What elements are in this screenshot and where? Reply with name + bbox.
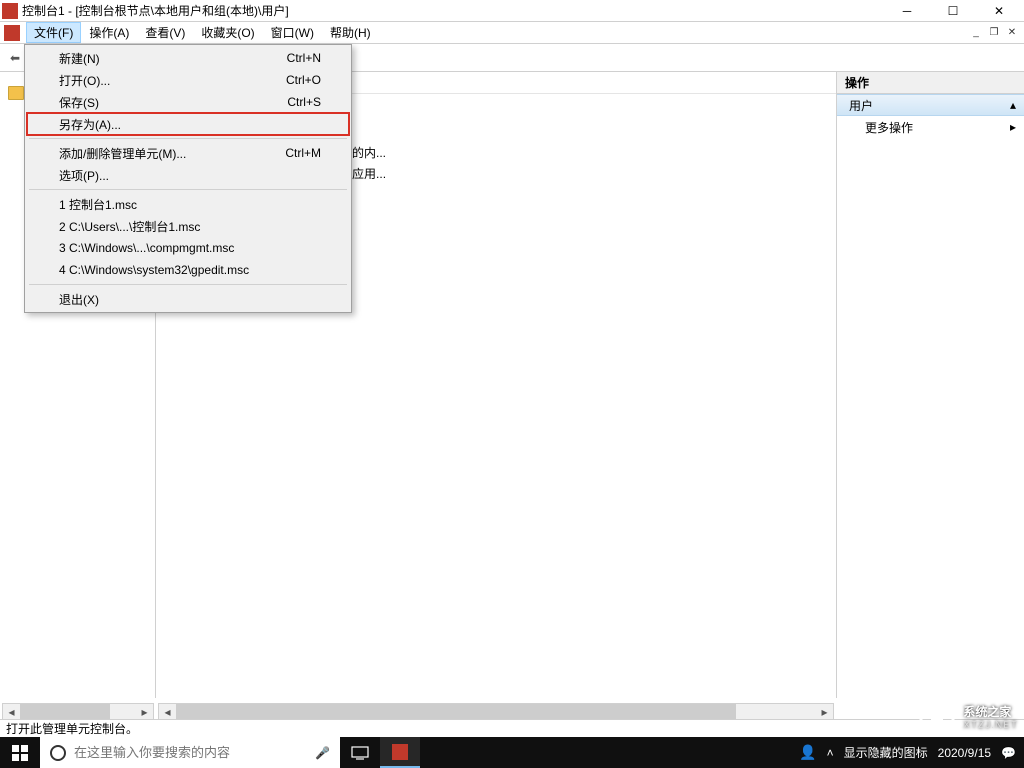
menu-item-save[interactable]: 保存(S) Ctrl+S: [27, 91, 349, 113]
menu-window[interactable]: 窗口(W): [263, 22, 322, 43]
people-icon[interactable]: 👤: [799, 744, 816, 761]
menu-separator: [29, 284, 347, 285]
status-bar: 打开此管理单元控制台。: [0, 719, 1024, 737]
start-button[interactable]: [0, 737, 40, 768]
shortcut-label: Ctrl+N: [287, 51, 321, 65]
window-title: 控制台1 - [控制台根节点\本地用户和组(本地)\用户]: [22, 2, 884, 19]
shortcut-label: Ctrl+O: [286, 73, 321, 87]
minimize-button[interactable]: ─: [884, 0, 930, 22]
actions-more[interactable]: 更多操作 ▸: [837, 116, 1024, 138]
actions-header: 操作: [837, 72, 1024, 94]
status-text: 打开此管理单元控制台。: [6, 720, 138, 737]
taskbar: 🎤 👤 ˄ 显示隐藏的图标 2020/9/15 💬: [0, 737, 1024, 768]
search-input[interactable]: [74, 745, 307, 760]
actions-pane: 操作 用户 ▴ 更多操作 ▸: [836, 72, 1024, 698]
tray-chevron-icon[interactable]: ˄: [827, 746, 834, 760]
menu-item-recent-4[interactable]: 4 C:\Windows\system32\gpedit.msc: [27, 259, 349, 281]
shortcut-label: Ctrl+M: [285, 146, 321, 160]
menu-bar: 文件(F) 操作(A) 查看(V) 收藏夹(O) 窗口(W) 帮助(H) _ ❐…: [0, 22, 1024, 44]
scroll-thumb[interactable]: [176, 704, 736, 719]
back-button[interactable]: ⬅: [6, 49, 24, 67]
chevron-right-icon: ▸: [1010, 120, 1016, 134]
actions-group-users[interactable]: 用户 ▴: [837, 94, 1024, 116]
tray-text[interactable]: 显示隐藏的图标: [844, 744, 928, 761]
file-menu-dropdown: 新建(N) Ctrl+N 打开(O)... Ctrl+O 保存(S) Ctrl+…: [24, 44, 352, 313]
menu-item-exit[interactable]: 退出(X): [27, 288, 349, 310]
menu-item-label: 退出(X): [59, 291, 99, 308]
collapse-icon: ▴: [1010, 98, 1016, 112]
menu-item-new[interactable]: 新建(N) Ctrl+N: [27, 47, 349, 69]
maximize-button[interactable]: ☐: [930, 0, 976, 22]
scroll-thumb[interactable]: [20, 704, 110, 719]
close-button[interactable]: ✕: [976, 0, 1022, 22]
menu-item-save-as[interactable]: 另存为(A)...: [27, 113, 349, 135]
mmc-icon: [392, 744, 408, 760]
menu-item-open[interactable]: 打开(O)... Ctrl+O: [27, 69, 349, 91]
menu-file[interactable]: 文件(F): [26, 22, 81, 43]
scroll-right-button[interactable]: ▸: [816, 704, 833, 719]
mmc-icon: [4, 25, 20, 41]
menu-item-label: 另存为(A)...: [59, 116, 121, 133]
menu-item-label: 新建(N): [59, 50, 100, 67]
shortcut-label: Ctrl+S: [287, 95, 321, 109]
tree-node-users[interactable]: [8, 86, 24, 100]
menu-item-label: 2 C:\Users\...\控制台1.msc: [59, 218, 200, 235]
menu-item-label: 4 C:\Windows\system32\gpedit.msc: [59, 263, 249, 277]
menu-item-label: 选项(P)...: [59, 167, 109, 184]
menu-item-label: 打开(O)...: [59, 72, 110, 89]
app-icon: [2, 3, 18, 19]
task-view-button[interactable]: [340, 737, 380, 768]
horizontal-scrollbar[interactable]: ◂ ▸: [158, 703, 834, 720]
menu-item-label: 添加/删除管理单元(M)...: [59, 145, 186, 162]
mdi-close-icon[interactable]: ✕: [1004, 26, 1020, 40]
tray-date[interactable]: 2020/9/15: [938, 746, 991, 760]
system-tray: 👤 ˄ 显示隐藏的图标 2020/9/15 💬: [791, 744, 1024, 761]
menu-separator: [29, 138, 347, 139]
menu-separator: [29, 189, 347, 190]
watermark-text: 系统之家: [963, 705, 1011, 719]
mdi-minimize-icon[interactable]: _: [968, 26, 984, 40]
task-view-icon: [351, 746, 369, 760]
mic-icon[interactable]: 🎤: [315, 746, 330, 760]
taskbar-app-mmc[interactable]: [380, 737, 420, 768]
windows-icon: [12, 745, 28, 761]
menu-item-label: 1 控制台1.msc: [59, 196, 137, 213]
scroll-left-button[interactable]: ◂: [3, 704, 20, 719]
menu-item-recent-2[interactable]: 2 C:\Users\...\控制台1.msc: [27, 215, 349, 237]
menu-favorites[interactable]: 收藏夹(O): [193, 22, 262, 43]
cortana-icon: [50, 745, 66, 761]
menu-view[interactable]: 查看(V): [137, 22, 193, 43]
actions-more-label: 更多操作: [865, 119, 913, 136]
title-bar: 控制台1 - [控制台根节点\本地用户和组(本地)\用户] ─ ☐ ✕: [0, 0, 1024, 22]
menu-item-recent-3[interactable]: 3 C:\Windows\...\compmgmt.msc: [27, 237, 349, 259]
menu-item-label: 3 C:\Windows\...\compmgmt.msc: [59, 241, 234, 255]
menu-action[interactable]: 操作(A): [81, 22, 137, 43]
menu-item-add-remove-snapin[interactable]: 添加/删除管理单元(M)... Ctrl+M: [27, 142, 349, 164]
window-controls: ─ ☐ ✕: [884, 0, 1022, 22]
folder-icon: [8, 86, 24, 100]
mdi-restore-icon[interactable]: ❐: [986, 26, 1002, 40]
actions-group-label: 用户: [849, 97, 873, 114]
menu-help[interactable]: 帮助(H): [322, 22, 379, 43]
taskbar-search[interactable]: 🎤: [40, 737, 340, 768]
notifications-icon[interactable]: 💬: [1001, 746, 1016, 760]
menu-item-recent-1[interactable]: 1 控制台1.msc: [27, 193, 349, 215]
horizontal-scrollbar[interactable]: ◂ ▸: [2, 703, 154, 720]
menu-item-options[interactable]: 选项(P)...: [27, 164, 349, 186]
menu-item-label: 保存(S): [59, 94, 99, 111]
scroll-right-button[interactable]: ▸: [136, 704, 153, 719]
scroll-left-button[interactable]: ◂: [159, 704, 176, 719]
